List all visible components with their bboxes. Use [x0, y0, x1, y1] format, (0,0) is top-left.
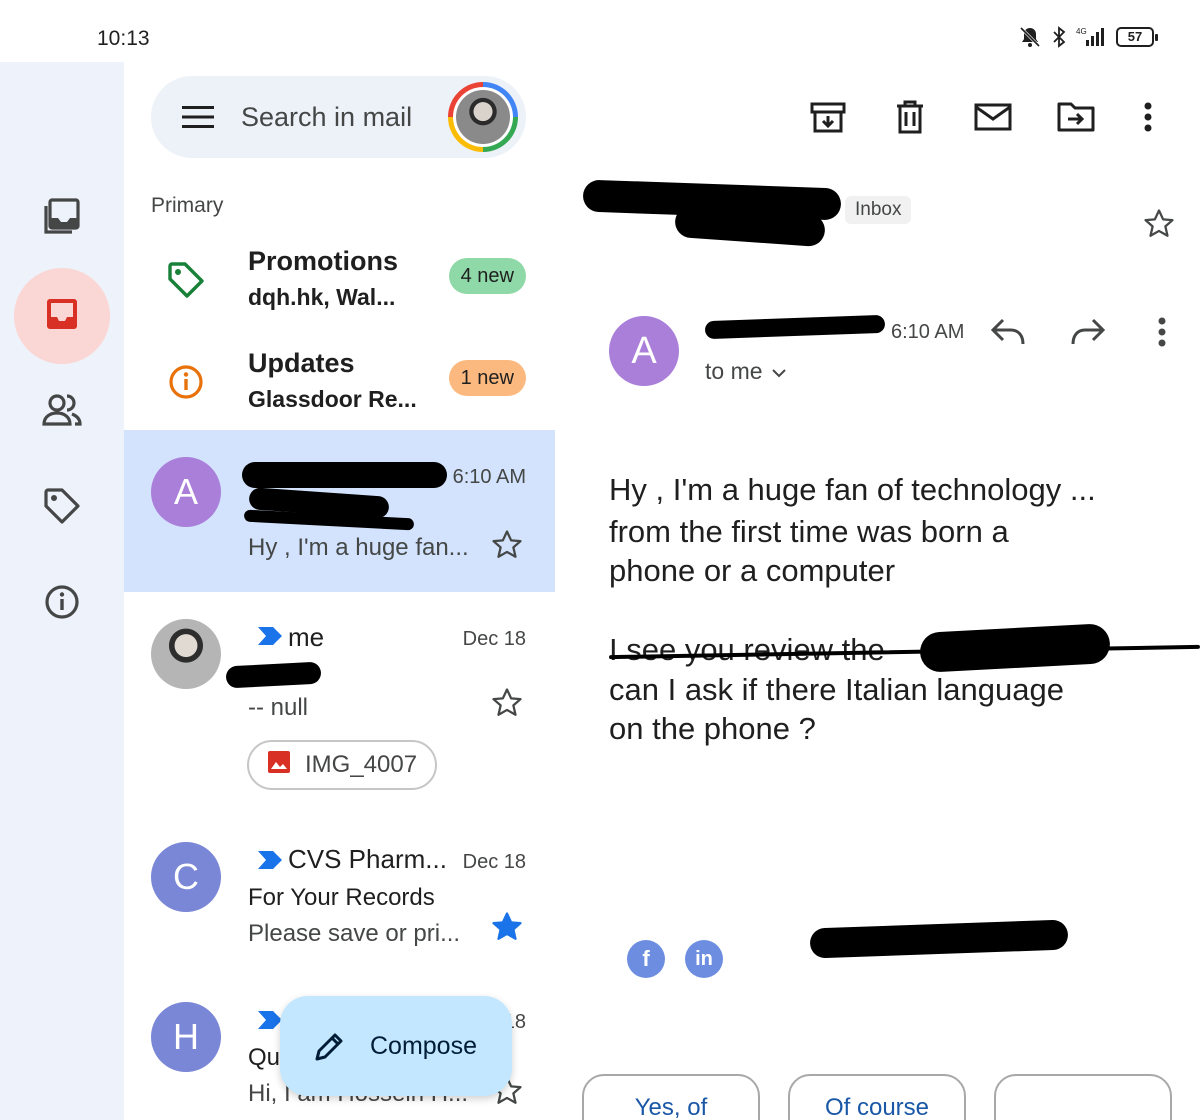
sender-avatar: H: [151, 1002, 221, 1072]
body-line: I see you review the: [609, 632, 885, 667]
sender-avatar: A: [151, 457, 221, 527]
rail-all-inboxes[interactable]: [14, 170, 110, 266]
sender-avatar: A: [609, 316, 679, 386]
recipient-label: to me: [705, 358, 763, 384]
linkedin-icon[interactable]: in: [685, 940, 723, 978]
important-marker-icon[interactable]: [257, 850, 283, 875]
sender-redaction: [704, 314, 886, 340]
body-line: Hy , I'm a huge fan of technology ...: [609, 472, 1096, 507]
tag-icon: [166, 260, 206, 305]
star-icon[interactable]: [490, 528, 524, 567]
new-count-badge: 1 new: [448, 360, 526, 396]
mail-date: Dec 18: [462, 628, 526, 650]
mail-row[interactable]: C CVS Pharm... Dec 18 For Your Records P…: [124, 822, 555, 982]
mail-sender: me: [288, 622, 325, 652]
body-line: from the first time was born a: [609, 514, 1009, 549]
mail-snippet: -- null: [248, 694, 309, 721]
account-avatar[interactable]: [448, 82, 518, 152]
rail-updates[interactable]: [14, 556, 110, 652]
star-icon[interactable]: [490, 686, 524, 725]
star-icon[interactable]: [1142, 207, 1176, 246]
body-line: on the phone ?: [609, 711, 816, 746]
account-photo: [453, 87, 513, 147]
mail-date: Dec 18: [462, 851, 526, 873]
battery-indicator: 57: [1116, 27, 1158, 47]
navigation-rail: [0, 62, 124, 1120]
info-icon: [42, 582, 82, 627]
mail-subject: For Your Records: [248, 884, 435, 911]
label-icon: [42, 486, 82, 531]
recipient-toggle[interactable]: to me: [705, 358, 787, 385]
mail-date: 6:10 AM: [452, 466, 526, 488]
archive-icon[interactable]: [809, 98, 847, 141]
smart-reply-2[interactable]: Of course: [788, 1074, 966, 1120]
bluetooth-icon: [1052, 26, 1066, 48]
body-redaction: [919, 623, 1111, 673]
search-bar[interactable]: Search in mail: [151, 76, 526, 158]
trash-icon[interactable]: [891, 98, 929, 141]
search-input[interactable]: Search in mail: [241, 102, 412, 133]
smart-reply-3[interactable]: [994, 1074, 1172, 1120]
star-icon[interactable]: [490, 910, 524, 949]
all-inboxes-icon: [42, 196, 82, 241]
message-time: 6:10 AM: [891, 321, 965, 343]
mute-bell-icon: [1018, 26, 1042, 48]
reading-pane: Inbox A 6:10 AM to me Hy , I'm a huge fa…: [555, 62, 1200, 1120]
category-subtitle: Glassdoor Re...: [248, 386, 417, 412]
redaction: [225, 661, 322, 689]
move-to-icon[interactable]: [1056, 98, 1096, 141]
cellular-signal-icon: 4G: [1076, 26, 1106, 48]
compose-label: Compose: [370, 1032, 477, 1060]
image-icon: [267, 750, 291, 781]
status-time: 10:13: [97, 27, 150, 50]
category-promotions[interactable]: Promotions dqh.hk, Wal... 4 new: [124, 238, 555, 334]
category-title: Promotions: [248, 246, 399, 276]
rail-labels[interactable]: [14, 460, 110, 556]
message-more-icon[interactable]: [1152, 316, 1172, 353]
info-icon: [166, 362, 206, 407]
new-count-badge: 4 new: [448, 258, 526, 294]
mail-sender: CVS Pharm...: [288, 844, 447, 874]
inbox-icon: [42, 294, 82, 339]
category-updates[interactable]: Updates Glassdoor Re... 1 new: [124, 340, 555, 436]
mail-subject: Qu: [248, 1044, 281, 1071]
signature-redaction: [809, 919, 1069, 959]
attachment-name: IMG_4007: [305, 751, 418, 778]
menu-icon[interactable]: [181, 104, 215, 135]
body-line: phone or a computer: [609, 553, 896, 588]
mail-snippet: Please save or pri...: [248, 920, 461, 947]
more-options-icon[interactable]: [1138, 98, 1158, 141]
forward-icon[interactable]: [1069, 316, 1107, 351]
mail-list-panel: Search in mail Primary Promotions dqh.hk…: [124, 62, 555, 1120]
mail-row[interactable]: A 6:10 AM Hy , I'm a huge fan...: [124, 430, 555, 592]
facebook-icon[interactable]: f: [627, 940, 665, 978]
mark-unread-icon[interactable]: [973, 98, 1013, 141]
sender-photo-avatar: [151, 619, 221, 689]
svg-text:4G: 4G: [1076, 27, 1087, 36]
status-icons: 4G 57: [1018, 26, 1158, 48]
status-bar: 10:13 4G 57: [0, 0, 1200, 62]
sender-avatar: C: [151, 842, 221, 912]
compose-button[interactable]: Compose: [280, 996, 512, 1096]
pencil-icon: [312, 1030, 346, 1069]
reply-icon[interactable]: [989, 316, 1027, 351]
body-line: can I ask if there Italian language: [609, 672, 1064, 707]
attachment-chip[interactable]: IMG_4007: [247, 740, 438, 790]
redaction: [242, 462, 447, 488]
chevron-down-icon: [771, 358, 787, 385]
smart-reply-1[interactable]: Yes, of: [582, 1074, 760, 1120]
category-subtitle: dqh.hk, Wal...: [248, 284, 396, 310]
section-label-primary: Primary: [151, 194, 224, 217]
category-title: Updates: [248, 348, 355, 378]
people-icon: [41, 390, 83, 435]
rail-inbox[interactable]: [14, 268, 110, 364]
label-chip-inbox[interactable]: Inbox: [845, 196, 912, 224]
rail-contacts[interactable]: [14, 364, 110, 460]
mail-snippet: Hy , I'm a huge fan...: [248, 534, 469, 561]
mail-row[interactable]: me Dec 18 -- null IMG_4007: [124, 592, 555, 822]
important-marker-icon[interactable]: [257, 626, 283, 651]
